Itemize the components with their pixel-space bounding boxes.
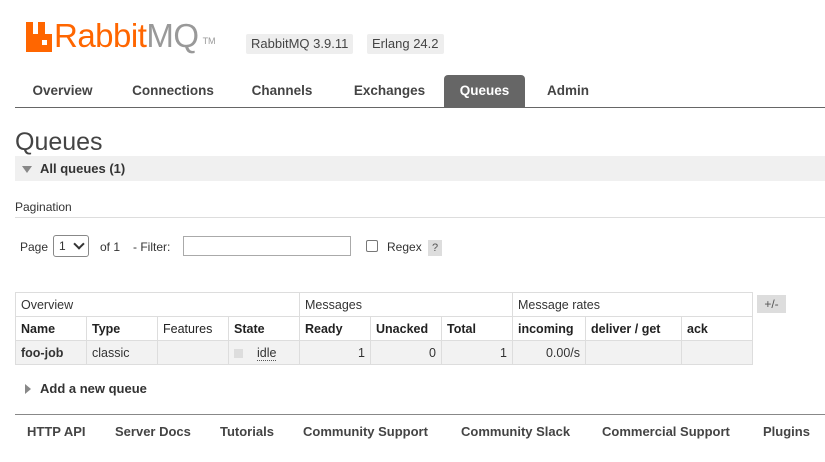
queue-features <box>157 340 229 365</box>
page-select-value: 1 <box>59 239 66 253</box>
group-header-messages: Messages <box>299 292 513 317</box>
footer-link-server-docs[interactable]: Server Docs <box>115 424 191 439</box>
queue-state: idle <box>257 345 277 361</box>
table-group-header-row: Overview Messages Message rates <box>15 292 753 317</box>
add-queue-label: Add a new queue <box>40 381 147 396</box>
logo-text-rabbit: Rabbit <box>54 17 147 54</box>
tab-channels[interactable]: Channels <box>237 75 327 107</box>
divider <box>15 217 825 218</box>
queue-ack-rate <box>681 340 753 365</box>
page-count-label: of 1 <box>100 240 121 254</box>
add-queue-section-toggle[interactable]: Add a new queue <box>15 378 147 400</box>
footer-link-plugins[interactable]: Plugins <box>763 424 810 439</box>
queue-name-link[interactable]: foo-job <box>15 340 87 365</box>
regex-checkbox[interactable] <box>366 240 378 252</box>
erlang-version-badge: Erlang 24.2 <box>367 34 444 54</box>
footer-link-community-support[interactable]: Community Support <box>303 424 428 439</box>
footer-link-community-slack[interactable]: Community Slack <box>461 424 570 439</box>
footer-link-commercial-support[interactable]: Commercial Support <box>602 424 730 439</box>
page-select[interactable]: 1 <box>53 235 89 257</box>
column-header-total[interactable]: Total <box>441 316 513 341</box>
filter-label: - Filter: <box>133 240 171 254</box>
column-toggle-button[interactable]: +/- <box>757 295 786 313</box>
tab-overview[interactable]: Overview <box>15 75 110 107</box>
logo-text-mq: MQ <box>146 17 199 54</box>
tab-queues[interactable]: Queues <box>444 75 525 107</box>
column-header-state[interactable]: State <box>228 316 300 341</box>
footer-link-http-api[interactable]: HTTP API <box>27 424 86 439</box>
column-header-name[interactable]: Name <box>15 316 87 341</box>
queue-deliver-get-rate <box>585 340 682 365</box>
regex-label: Regex <box>387 240 422 254</box>
queue-ready: 1 <box>299 340 371 365</box>
logo-wordmark: RabbitMQ <box>54 17 199 54</box>
header: RabbitMQ TM RabbitMQ 3.9.11 Erlang 24.2 <box>0 0 825 75</box>
queue-type: classic <box>86 340 158 365</box>
expand-triangle-icon <box>25 384 31 394</box>
footer: HTTP API Server Docs Tutorials Community… <box>15 414 825 455</box>
all-queues-section-toggle[interactable]: All queues (1) <box>15 156 825 181</box>
page-title: Queues <box>15 128 103 156</box>
chevron-down-icon <box>73 238 85 250</box>
queue-incoming-rate: 0.00/s <box>512 340 586 365</box>
rabbitmq-logo[interactable]: RabbitMQ TM <box>26 16 216 52</box>
main-nav-tabs: Overview Connections Channels Exchanges … <box>15 75 825 108</box>
column-header-unacked[interactable]: Unacked <box>370 316 442 341</box>
queue-total: 1 <box>441 340 513 365</box>
collapse-triangle-icon <box>22 166 32 173</box>
column-header-incoming[interactable]: incoming <box>512 316 586 341</box>
section-title: All queues (1) <box>40 161 126 176</box>
column-header-deliver-get[interactable]: deliver / get <box>585 316 682 341</box>
regex-help-icon[interactable]: ? <box>428 240 442 256</box>
rabbitmq-version-badge: RabbitMQ 3.9.11 <box>246 34 354 54</box>
logo-trademark: TM <box>202 36 216 46</box>
pagination-controls: Page 1 of 1 - Filter: Regex ? <box>20 235 480 259</box>
queue-state-cell: idle <box>228 340 300 365</box>
column-header-ack[interactable]: ack <box>681 316 753 341</box>
column-header-type[interactable]: Type <box>86 316 158 341</box>
tab-connections[interactable]: Connections <box>118 75 228 107</box>
footer-link-tutorials[interactable]: Tutorials <box>220 424 274 439</box>
state-indicator-icon <box>234 348 243 358</box>
filter-input[interactable] <box>183 236 351 256</box>
page-label: Page <box>20 240 49 254</box>
table-column-header-row: Name Type Features State Ready Unacked T… <box>15 316 753 341</box>
rabbitmq-logo-icon <box>26 22 52 52</box>
column-header-ready[interactable]: Ready <box>299 316 371 341</box>
table-row: foo-job classic idle 1 0 1 0.00/s <box>15 340 753 365</box>
tab-exchanges[interactable]: Exchanges <box>337 75 442 107</box>
queues-table: Overview Messages Message rates Name Typ… <box>15 292 753 365</box>
column-header-features[interactable]: Features <box>157 316 229 341</box>
pagination-title: Pagination <box>15 200 72 214</box>
tab-admin[interactable]: Admin <box>533 75 603 107</box>
group-header-overview: Overview <box>15 292 300 317</box>
queue-unacked: 0 <box>370 340 442 365</box>
group-header-message-rates: Message rates <box>512 292 753 317</box>
